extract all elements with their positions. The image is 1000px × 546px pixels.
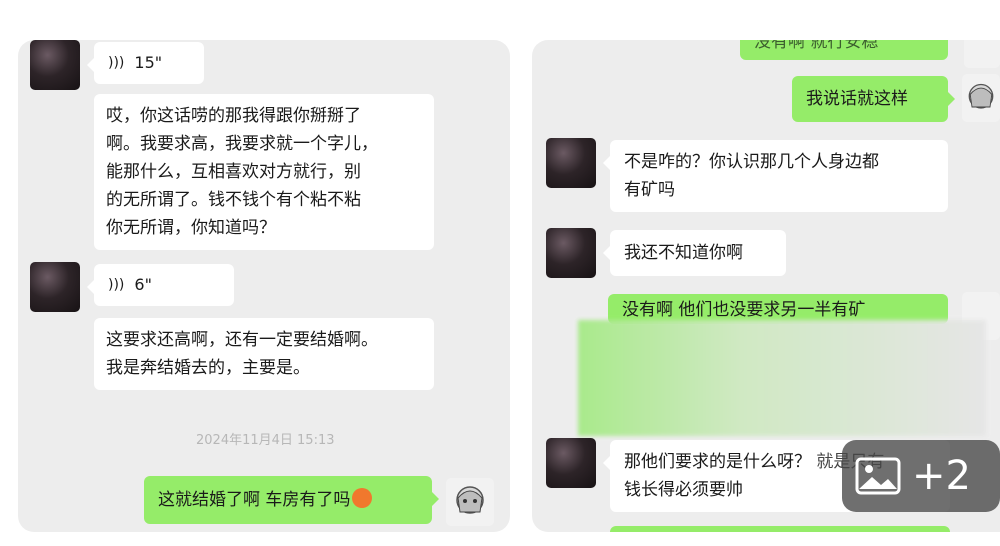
image-gallery-icon bbox=[855, 457, 901, 495]
message-line: 的无所谓了。钱不钱个有个粘不粘 bbox=[106, 190, 361, 210]
user-avatar-icon bbox=[456, 486, 484, 514]
contact-avatar[interactable] bbox=[546, 438, 596, 488]
voice-message[interactable]: ))) 15" bbox=[87, 42, 204, 84]
received-message[interactable]: 哎，你这话唠的那我得跟你掰掰了 啊。我要求高，我要求就一个字儿， 能那什么，互相… bbox=[94, 94, 434, 250]
message-line: 不是咋的？你认识那几个人身边都 bbox=[624, 152, 879, 172]
user-avatar[interactable] bbox=[446, 478, 494, 526]
message-text: 没有啊 他们也没要求另一半有矿 bbox=[622, 300, 866, 320]
blurred-region bbox=[578, 320, 986, 436]
voice-duration: 6" bbox=[134, 275, 152, 294]
contact-avatar[interactable] bbox=[546, 138, 596, 188]
message-line: 啊。我要求高，我要求就一个字儿， bbox=[106, 134, 378, 154]
sent-message-cut[interactable]: 没有啊 就行安稳 bbox=[740, 40, 948, 60]
voice-wave-icon: ))) bbox=[108, 277, 125, 293]
message-line: 这要求还高啊，还有一定要结婚啊。 bbox=[106, 330, 378, 350]
received-message[interactable]: 不是咋的？你认识那几个人身边都 有矿吗 bbox=[603, 140, 948, 212]
received-message[interactable]: 我还不知道你啊 bbox=[603, 230, 786, 276]
message-text: 这就结婚了啊 车房有了吗 bbox=[158, 490, 351, 510]
message-text: 我说话就这样 bbox=[806, 89, 908, 109]
message-text: 没有啊 就行安稳 bbox=[754, 40, 879, 52]
left-chat-panel: ))) 15" 哎，你这话唠的那我得跟你掰掰了 啊。我要求高，我要求就一个字儿，… bbox=[18, 40, 510, 532]
emoji-icon bbox=[352, 488, 373, 508]
contact-avatar[interactable] bbox=[30, 262, 80, 312]
voice-message[interactable]: ))) 6" bbox=[87, 264, 234, 306]
user-avatar-icon bbox=[968, 83, 994, 109]
message-line: 我是奔结婚去的，主要是。 bbox=[106, 358, 310, 378]
message-text: 我还不知道你啊 bbox=[624, 243, 743, 263]
sent-message-cut bbox=[610, 526, 950, 532]
user-avatar[interactable] bbox=[964, 40, 1000, 68]
message-line: 能那什么，互相喜欢对方就行，别 bbox=[106, 162, 361, 182]
contact-avatar[interactable] bbox=[546, 228, 596, 278]
chat-timestamp: 2024年11月4日 15:13 bbox=[196, 433, 335, 448]
voice-duration: 15" bbox=[134, 53, 163, 72]
contact-avatar[interactable] bbox=[30, 40, 80, 90]
received-message[interactable]: 这要求还高啊，还有一定要结婚啊。 我是奔结婚去的，主要是。 bbox=[94, 318, 434, 390]
message-line: 有矿吗 bbox=[624, 180, 675, 200]
sent-message[interactable]: 我说话就这样 bbox=[792, 76, 955, 122]
message-line: 哎，你这话唠的那我得跟你掰掰了 bbox=[106, 106, 361, 126]
image-count: +2 bbox=[912, 453, 971, 499]
sent-message[interactable]: 这就结婚了啊 车房有了吗 bbox=[144, 476, 439, 524]
more-images-badge[interactable]: +2 bbox=[842, 440, 1000, 512]
message-line: 你无所谓，你知道吗？ bbox=[106, 218, 276, 238]
user-avatar[interactable] bbox=[962, 74, 1000, 122]
voice-wave-icon: ))) bbox=[108, 55, 125, 71]
